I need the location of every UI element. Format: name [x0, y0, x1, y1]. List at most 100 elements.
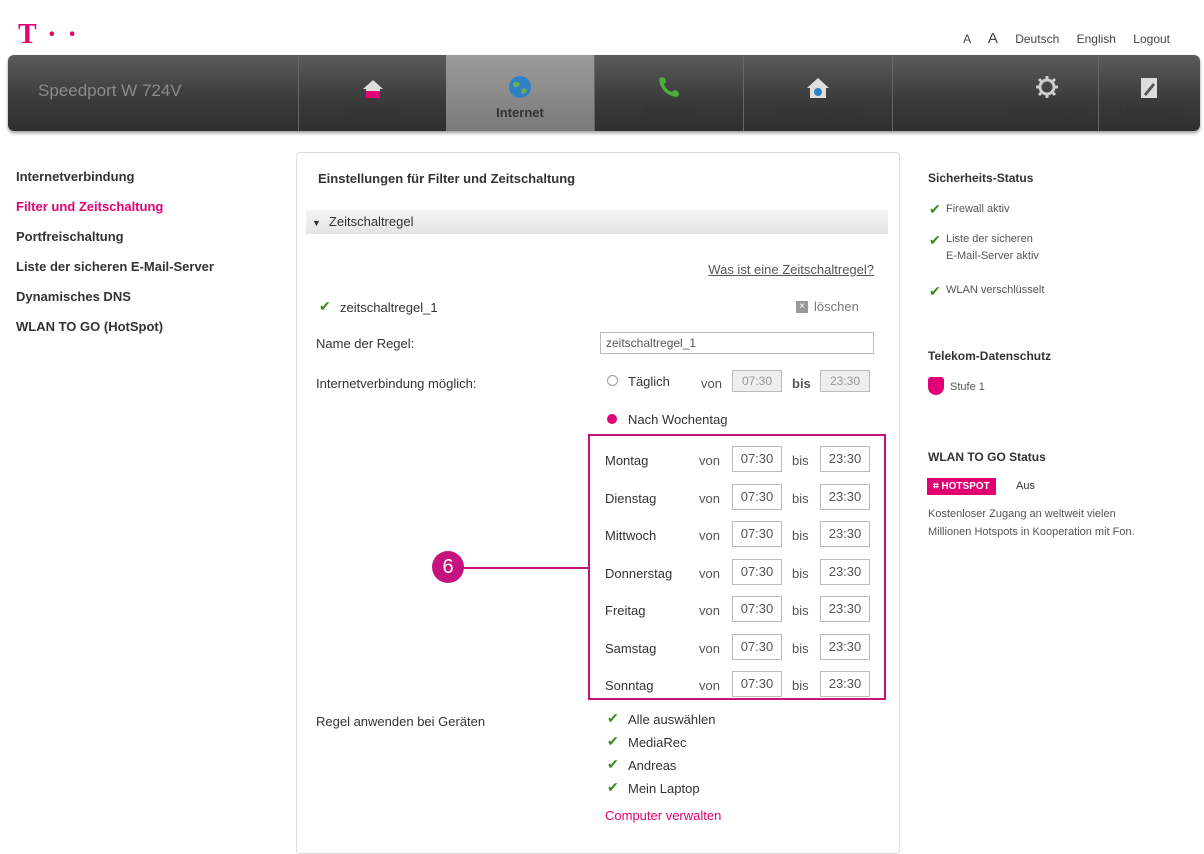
- nav-telefonie[interactable]: Telefonie: [595, 55, 743, 131]
- check-icon: [929, 201, 941, 218]
- weekday-bis: bis: [792, 453, 809, 468]
- wlan-text-1: Kostenloser Zugang an weltweit vielen: [928, 508, 1116, 520]
- weekday-from-input[interactable]: 07:30: [732, 483, 782, 510]
- check-icon: [929, 283, 941, 300]
- weekday-to-input[interactable]: 23:30: [820, 521, 870, 547]
- weekday-to-input[interactable]: 23:30: [820, 558, 870, 585]
- device-label: Mein Laptop: [628, 781, 700, 796]
- device-name: Speedport W 724V: [38, 81, 182, 100]
- phone-icon: [659, 77, 679, 97]
- daily-to-input[interactable]: 23:30: [820, 370, 870, 392]
- weekday-from-input[interactable]: 07:30: [732, 558, 782, 585]
- weekday-to-input[interactable]: 23:30: [820, 483, 870, 510]
- weekday-name: Dienstag: [605, 490, 657, 506]
- daily-from-input[interactable]: 07:30: [732, 370, 782, 392]
- manage-computers-link[interactable]: Computer verwalten: [605, 808, 721, 823]
- weekday-name: Sonntag: [605, 678, 654, 693]
- nav-einstellungen[interactable]: Einstellungen: [996, 55, 1098, 131]
- callout-line: [462, 567, 588, 569]
- weekday-to-input[interactable]: 23:30: [820, 446, 870, 472]
- name-label: Name der Regel:: [316, 336, 415, 351]
- security-check-1: [929, 201, 941, 221]
- nav-uebersicht[interactable]: Übersicht: [299, 55, 446, 131]
- weekday-bis: bis: [792, 678, 809, 693]
- sidebar-item-email-server[interactable]: Liste der sicheren E-Mail-Server: [16, 258, 214, 288]
- daily-von: von: [701, 376, 722, 391]
- check-icon: [607, 756, 619, 773]
- weekday-bis: bis: [792, 640, 809, 656]
- weekday-bis: bis: [792, 603, 809, 618]
- device-label: Andreas: [628, 758, 677, 773]
- weekday-to-input[interactable]: 23:30: [820, 671, 870, 697]
- main-nav: Speedport W 724V Übersicht Internet Tele…: [8, 55, 1200, 131]
- devices-label: Regel anwenden bei Geräten: [316, 714, 486, 729]
- weekday-von: von: [699, 490, 720, 506]
- font-small-link[interactable]: A: [963, 32, 970, 46]
- lang-english-link[interactable]: English: [1077, 32, 1116, 46]
- lang-deutsch-link[interactable]: Deutsch: [1015, 32, 1059, 46]
- weekday-from-input[interactable]: 07:30: [732, 633, 782, 660]
- weekday-bis: bis: [792, 490, 809, 506]
- weekday-from-input[interactable]: 07:30: [732, 521, 782, 547]
- nav-heimnetzwerk[interactable]: Heimnetzwerk: [744, 55, 892, 131]
- weekday-bis: bis: [792, 528, 809, 543]
- check-icon: [319, 298, 331, 315]
- logout-link[interactable]: Logout: [1133, 32, 1170, 46]
- page-title: Einstellungen für Filter und Zeitschaltu…: [318, 171, 576, 186]
- help-link[interactable]: Was ist eine Zeitschaltregel?: [708, 262, 874, 277]
- security-email-2: E-Mail-Server aktiv: [946, 250, 1039, 262]
- check-icon: [929, 232, 941, 249]
- internet-label: Internetverbindung möglich:: [316, 376, 477, 391]
- sidebar: Internetverbindung Filter und Zeitschalt…: [16, 168, 214, 348]
- rule-name-label: zeitschaltregel_1: [340, 300, 438, 315]
- shield-icon: [928, 377, 944, 395]
- weekday-from-input[interactable]: 07:30: [732, 446, 782, 472]
- device-checkbox[interactable]: [607, 710, 619, 730]
- rule-name-input[interactable]: zeitschaltregel_1: [600, 332, 874, 354]
- security-wlan: WLAN verschlüsselt: [946, 284, 1045, 296]
- nav-internet[interactable]: Internet: [446, 55, 594, 131]
- check-icon: [607, 710, 619, 727]
- delete-icon[interactable]: ×: [796, 301, 808, 313]
- section-title[interactable]: ▼ Zeitschaltregel: [312, 214, 413, 229]
- rule-checkbox[interactable]: [319, 298, 331, 318]
- weekday-name: Freitag: [605, 603, 646, 618]
- caret-down-icon: ▼: [312, 218, 321, 228]
- sidebar-item-filter[interactable]: Filter und Zeitschaltung: [16, 198, 214, 228]
- weekday-to-input[interactable]: 23:30: [820, 596, 870, 622]
- home-network-icon: [807, 78, 829, 98]
- nav-separator: [892, 55, 893, 131]
- check-icon: [607, 733, 619, 750]
- weekday-from-input[interactable]: 07:30: [732, 671, 782, 697]
- weekday-von: von: [699, 453, 720, 468]
- weekday-von: von: [699, 678, 720, 693]
- daily-label: Täglich: [628, 374, 670, 389]
- daily-radio[interactable]: [607, 375, 618, 386]
- device-checkbox[interactable]: [607, 756, 619, 776]
- weekday-name: Montag: [605, 453, 649, 468]
- telekom-logo: T · ·: [18, 19, 79, 50]
- sidebar-item-portfreischaltung[interactable]: Portfreischaltung: [16, 228, 214, 258]
- weekday-von: von: [699, 640, 720, 656]
- nav-handbuch[interactable]: Handbuch: [1099, 55, 1199, 131]
- gear-icon: [1036, 76, 1058, 98]
- weekday-from-input[interactable]: 07:30: [732, 596, 782, 622]
- font-large-link[interactable]: A: [988, 30, 998, 47]
- device-checkbox[interactable]: [607, 779, 619, 799]
- check-icon: [607, 779, 619, 796]
- weekday-radio[interactable]: [607, 414, 617, 424]
- weekday-bis: bis: [792, 565, 809, 581]
- device-label: Alle auswählen: [628, 712, 716, 727]
- sidebar-item-wlan-to-go[interactable]: WLAN TO GO (HotSpot): [16, 318, 214, 348]
- weekday-to-input[interactable]: 23:30: [820, 633, 870, 660]
- globe-icon: [509, 76, 531, 98]
- top-links: A A Deutsch English Logout: [949, 30, 1170, 47]
- callout-badge: 6: [432, 551, 464, 583]
- delete-link[interactable]: löschen: [814, 299, 859, 314]
- device-checkbox[interactable]: [607, 733, 619, 753]
- security-firewall: Firewall aktiv: [946, 203, 1010, 215]
- weekday-name: Samstag: [605, 640, 657, 656]
- sidebar-item-internetverbindung[interactable]: Internetverbindung: [16, 168, 214, 198]
- security-check-3: [929, 283, 941, 303]
- sidebar-item-dyndns[interactable]: Dynamisches DNS: [16, 288, 214, 318]
